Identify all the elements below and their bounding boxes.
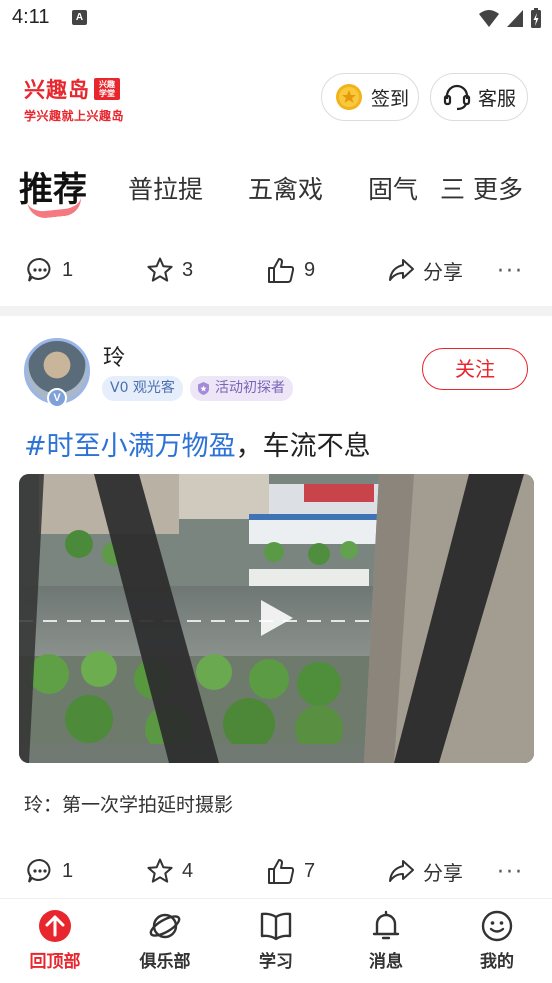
tab-wuqinxi[interactable]: 五禽戏	[248, 170, 323, 206]
comment-count: 1	[62, 258, 74, 281]
explorer-badge-label: 活动初探者	[215, 380, 285, 396]
post-actions: 1 4 7 分享 ···	[0, 851, 552, 891]
favorite-count: 3	[182, 258, 194, 281]
more-options-button[interactable]: ···	[497, 860, 524, 885]
thumbs-up-icon	[268, 859, 295, 884]
comment-icon	[27, 858, 51, 883]
customer-service-button[interactable]: 客服	[430, 73, 528, 121]
level-badge: V0 观光客	[102, 376, 183, 401]
video-thumbnail[interactable]	[19, 474, 534, 763]
nav-label: 学习	[259, 952, 293, 972]
comment-count: 1	[62, 859, 74, 882]
favorite-button[interactable]: 3	[146, 250, 193, 290]
share-button[interactable]: 分享	[387, 851, 463, 891]
comment-button[interactable]: 1	[26, 250, 73, 290]
more-options-button[interactable]: ···	[497, 259, 524, 284]
planet-icon	[149, 913, 181, 939]
bell-icon	[372, 910, 400, 940]
like-count: 9	[304, 258, 316, 281]
battery-icon	[531, 8, 541, 28]
follow-button[interactable]: 关注	[422, 348, 528, 390]
wifi-icon	[479, 10, 499, 27]
star-icon	[147, 858, 173, 883]
post-title-text: ，车流不息	[235, 431, 371, 462]
signal-icon	[507, 10, 523, 27]
star-icon	[147, 257, 173, 282]
smiley-icon	[481, 910, 513, 942]
comment-button[interactable]: 1	[26, 851, 73, 891]
nav-label: 我的	[480, 952, 514, 972]
share-label: 分享	[423, 259, 463, 284]
favorite-button[interactable]: 4	[146, 851, 193, 891]
comment-icon	[27, 257, 51, 282]
favorite-count: 4	[182, 859, 194, 882]
nav-back-to-top[interactable]: 回顶部	[15, 909, 95, 972]
post-caption: 玲：第一次学拍延时摄影	[24, 794, 234, 816]
nav-study[interactable]: 学习	[236, 909, 316, 972]
logo-badge: 兴趣学堂	[94, 78, 120, 100]
like-count: 7	[304, 859, 316, 882]
status-bar: 4:11 A	[0, 0, 552, 38]
app-logo: 兴趣岛 兴趣学堂 学兴趣就上兴趣岛	[24, 74, 144, 123]
notification-icon: A	[72, 10, 87, 25]
status-time: 4:11	[12, 6, 50, 28]
prev-post-actions: 1 3 9 分享 ···	[0, 250, 552, 290]
logo-name: 兴趣岛	[24, 78, 90, 102]
like-button[interactable]: 7	[266, 851, 315, 891]
post-username[interactable]: 玲	[103, 340, 125, 372]
signin-label: 签到	[371, 87, 410, 110]
category-tabs: 推荐 普拉提 五禽戏 固气 三 更多	[0, 160, 552, 220]
tab-pilates[interactable]: 普拉提	[128, 170, 203, 206]
service-label: 客服	[478, 87, 517, 110]
post-title: #时至小满万物盈，车流不息	[24, 424, 371, 463]
topic-tag[interactable]: #时至小满万物盈	[24, 431, 236, 462]
signin-button[interactable]: 签到	[321, 73, 419, 121]
status-indicators	[478, 7, 542, 29]
nav-label: 回顶部	[29, 952, 81, 972]
explorer-badge: 活动初探者	[190, 376, 293, 401]
verified-badge: V	[47, 388, 67, 408]
nav-messages[interactable]: 消息	[346, 909, 426, 972]
headset-icon	[443, 84, 471, 111]
nav-label: 俱乐部	[139, 952, 191, 972]
shield-star-icon	[198, 382, 209, 395]
share-icon	[389, 860, 414, 882]
tab-guqi[interactable]: 固气	[368, 170, 418, 206]
like-button[interactable]: 9	[266, 250, 315, 290]
arrow-up-icon	[39, 910, 71, 942]
book-icon	[260, 912, 292, 941]
nav-club[interactable]: 俱乐部	[125, 909, 205, 972]
timelapse-scene-image	[19, 474, 534, 763]
nav-label: 消息	[369, 952, 403, 972]
bottom-nav: 回顶部 俱乐部 学习 消息 我的	[0, 898, 552, 983]
share-button[interactable]: 分享	[387, 250, 463, 290]
tab-more[interactable]: 三 更多	[438, 170, 523, 206]
share-label: 分享	[423, 860, 463, 885]
gold-coin-icon	[336, 84, 362, 110]
post-divider	[0, 306, 552, 316]
logo-slogan: 学兴趣就上兴趣岛	[24, 109, 125, 123]
thumbs-up-icon	[268, 258, 295, 283]
share-icon	[389, 259, 414, 281]
nav-profile[interactable]: 我的	[457, 909, 537, 972]
